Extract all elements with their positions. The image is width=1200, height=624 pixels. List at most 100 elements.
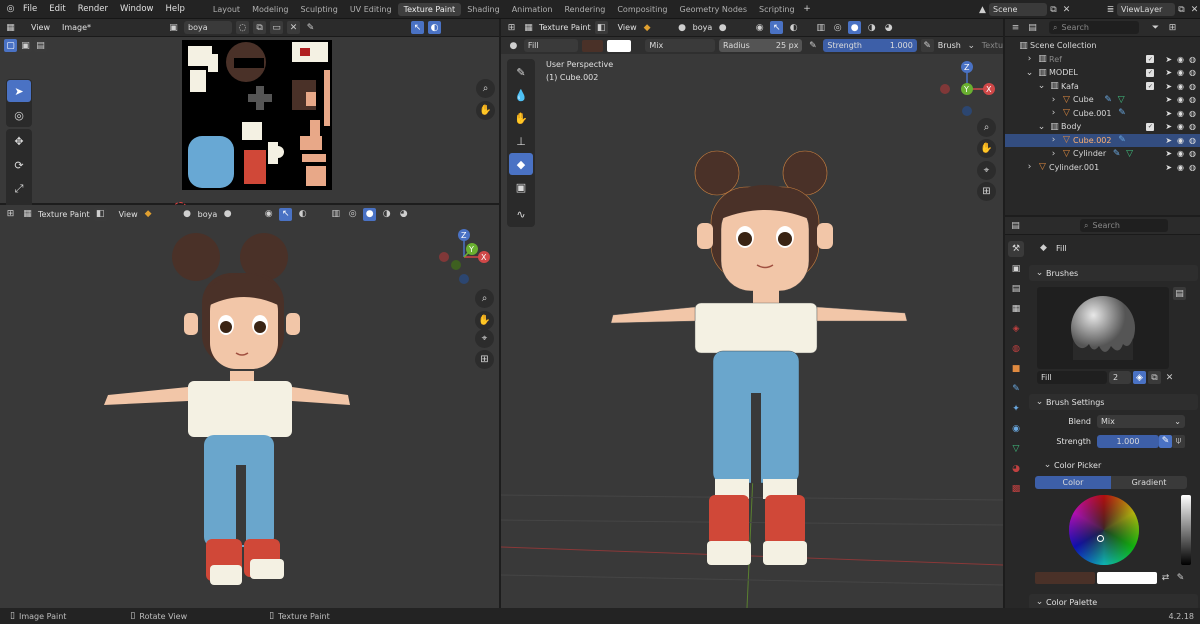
eye-icon[interactable]: ◉	[1177, 122, 1184, 131]
blend-dropdown[interactable]: Mix	[645, 39, 715, 52]
select-icon[interactable]: ➤	[1165, 122, 1172, 131]
camera-view-icon[interactable]: ⌖	[475, 329, 494, 348]
pan-hand-icon[interactable]: ✋	[977, 139, 996, 158]
strength-field[interactable]: Strength 1.000	[823, 39, 917, 52]
solid-shading-icon[interactable]: ●	[848, 21, 862, 34]
filter-icon[interactable]: ⏷	[1149, 21, 1162, 34]
tab-animation[interactable]: Animation	[506, 3, 559, 16]
expand-icon[interactable]: ›	[1047, 147, 1060, 160]
exclude-checkbox[interactable]: ✓	[1146, 82, 1155, 91]
viewlayer-selector[interactable]: ≣ ViewLayer ⧉ ✕	[1104, 3, 1200, 16]
camera-view-icon[interactable]: ⌖	[977, 161, 996, 180]
blender-logo-icon[interactable]: ◎	[4, 3, 17, 16]
copy-icon[interactable]: ⧉	[1047, 3, 1060, 16]
camera-icon[interactable]: ◍	[1189, 109, 1196, 118]
expand-icon[interactable]: ›	[1047, 107, 1060, 120]
xray-icon[interactable]: ▥	[814, 21, 827, 34]
list-item[interactable]: ▥ Scene Collection	[1005, 39, 1200, 53]
rendered-shading-icon[interactable]: ◕	[397, 208, 410, 221]
select-icon[interactable]: ➤	[1165, 136, 1172, 145]
close-icon[interactable]: ✕	[1060, 3, 1073, 16]
material-shading-icon[interactable]: ◑	[865, 21, 878, 34]
material-menu[interactable]: boya	[198, 210, 218, 219]
viewport-small-view-menu[interactable]: View	[119, 210, 138, 219]
swap-colors-icon[interactable]: ⇄	[1159, 571, 1172, 584]
secondary-color-swatch[interactable]	[607, 39, 632, 52]
image-editor[interactable]: ▦ View Image* ▣ boya ◌ ⧉ ▭ ✕ ✎ ↖ ◐ ▢ ▣ ▤…	[0, 19, 499, 225]
rendered-shading-icon[interactable]: ◕	[882, 21, 895, 34]
solid-shading-icon[interactable]: ●	[363, 207, 377, 221]
editor-type-icon[interactable]: ≡	[1009, 21, 1022, 34]
tab-uv-editing[interactable]: UV Editing	[344, 3, 398, 16]
radius-field[interactable]: Radius 25 px	[718, 39, 803, 52]
camera-icon[interactable]: ◍	[1189, 136, 1196, 145]
outliner-search-input[interactable]: ⌕ Search	[1049, 21, 1139, 34]
viewport-small[interactable]: ⊞ ▦ Texture Paint ◧ View ◆ ● boya ● ◉ ↖ …	[0, 205, 499, 608]
camera-icon[interactable]: ◍	[1189, 82, 1196, 91]
menu-help[interactable]: Help	[165, 4, 184, 14]
collapse-icon[interactable]: ⌄	[1035, 80, 1048, 93]
new-collection-icon[interactable]: ⊞	[1166, 21, 1179, 34]
expand-icon[interactable]: ›	[1023, 161, 1036, 174]
output-tab-icon[interactable]: ▤	[1008, 281, 1024, 297]
camera-icon[interactable]: ◍	[1189, 163, 1196, 172]
color-picker-subpanel-header[interactable]: ⌄ Color Picker	[1029, 458, 1198, 472]
pressure-icon[interactable]: ✎	[1159, 434, 1172, 448]
scene-selector[interactable]: ▲ Scene ⧉ ✕	[976, 3, 1073, 16]
pan-hand-icon[interactable]: ✋	[476, 101, 495, 120]
editor-type-icon[interactable]: ▦	[4, 21, 17, 34]
eye-icon[interactable]: ◉	[1177, 55, 1184, 64]
eye-icon[interactable]: ◉	[1177, 109, 1184, 118]
wireframe-shading-icon[interactable]: ◎	[831, 21, 844, 34]
visibility-icon[interactable]: ◉	[262, 208, 275, 221]
camera-icon[interactable]: ◍	[1189, 68, 1196, 77]
material-menu[interactable]: boya	[693, 23, 713, 32]
add-workspace-icon[interactable]: +	[801, 3, 814, 16]
color-wheel[interactable]	[1069, 495, 1139, 565]
list-item[interactable]: › ▥ Ref ✓ ➤ ◉ ◍	[1005, 53, 1200, 67]
menu-edit[interactable]: Edit	[49, 4, 65, 14]
tab-compositing[interactable]: Compositing	[611, 3, 673, 16]
material-dot-icon[interactable]: ●	[221, 208, 234, 221]
tab-sculpting[interactable]: Sculpting	[294, 3, 343, 16]
image-menu[interactable]: Image*	[62, 23, 91, 32]
paint-mask-icon[interactable]: ◧	[594, 21, 608, 34]
tool-tab-icon[interactable]: ⚒	[1008, 241, 1024, 257]
material-dot-icon[interactable]: ●	[716, 21, 729, 34]
move-tool-icon[interactable]: ✥	[7, 130, 31, 152]
tab-modeling[interactable]: Modeling	[246, 3, 294, 16]
texture-menu[interactable]: Textu	[982, 41, 1003, 50]
material-tab-icon[interactable]: ◕	[1008, 461, 1024, 477]
brush-settings-panel-header[interactable]: ⌄ Brush Settings	[1029, 394, 1198, 410]
modifier-tab-icon[interactable]: ✎	[1008, 381, 1024, 397]
properties-editor[interactable]: ▤ ⌕ Search ⚒ ▣ ▤ ▦ ◈ ◍ ■ ✎ ✦ ◉ ▽ ◕ ▩ ◆ F…	[1005, 217, 1200, 610]
fake-user-icon[interactable]: ◈	[1133, 371, 1146, 384]
scene-field[interactable]: Scene	[989, 3, 1047, 16]
image-name-field[interactable]: boya	[184, 21, 233, 34]
exclude-checkbox[interactable]: ✓	[1146, 68, 1155, 77]
object-tab-icon[interactable]: ■	[1008, 361, 1024, 377]
list-item[interactable]: ⌄ ▥ Kafa ✓ ➤ ◉ ◍	[1005, 80, 1200, 94]
editor-type-icon[interactable]: ▤	[1009, 219, 1022, 232]
eye-icon[interactable]: ◉	[1177, 136, 1184, 145]
gradient-tab[interactable]: Gradient	[1111, 476, 1187, 489]
select-icon[interactable]: ➤	[1165, 95, 1172, 104]
exclude-checkbox[interactable]: ✓	[1146, 122, 1155, 131]
outliner[interactable]: ≡ ▤ ⌕ Search ⏷ ⊞ ▥ Scene Collection › ▥ R…	[1005, 19, 1200, 215]
expand-icon[interactable]: ›	[1047, 93, 1060, 106]
pressure-icon[interactable]: ✎	[920, 39, 934, 52]
primary-color-swatch[interactable]	[581, 39, 604, 52]
scale-tool-icon[interactable]: ⤢	[7, 178, 31, 200]
display-mode-icon[interactable]: ▤	[1026, 21, 1039, 34]
image-canvas[interactable]: ▢ ▣ ▤ ➤ ◎ ✥ ⟳ ⤢ ⊡	[0, 37, 499, 225]
tab-texture-paint[interactable]: Texture Paint	[397, 2, 462, 16]
overlay-icon[interactable]: ◐	[296, 208, 309, 221]
select-icon[interactable]: ➤	[1165, 82, 1172, 91]
eye-icon[interactable]: ◉	[1177, 82, 1184, 91]
wireframe-shading-icon[interactable]: ◎	[346, 208, 359, 221]
menu-window[interactable]: Window	[120, 4, 154, 14]
eye-icon[interactable]: ◉	[1177, 163, 1184, 172]
viewport-main-view-menu[interactable]: View	[618, 23, 637, 32]
list-item[interactable]: › ▽ Cylinder.001 ➤ ◉ ◍	[1005, 161, 1200, 175]
eye-icon[interactable]: ◉	[1177, 95, 1184, 104]
